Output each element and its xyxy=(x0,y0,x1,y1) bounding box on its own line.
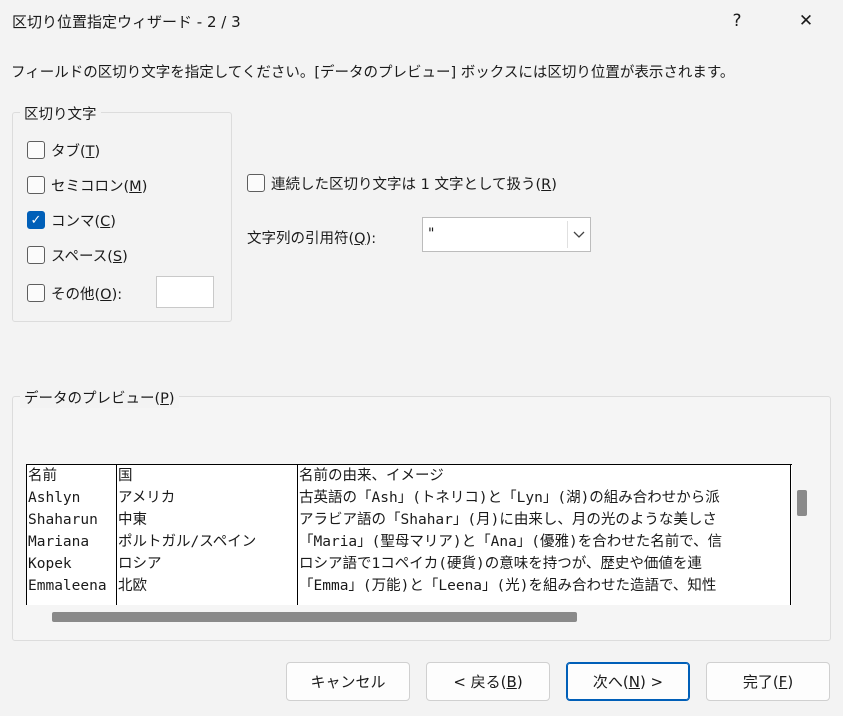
tab-label: タブ(T) xyxy=(51,143,101,160)
back-button[interactable]: < 戻る(B) xyxy=(426,662,550,701)
checkbox-icon xyxy=(27,176,45,194)
preview-cell: 「Maria」(聖母マリア)と「Ana」(優雅)を合わせた名前で、信 xyxy=(299,534,723,550)
help-button[interactable]: ? xyxy=(722,6,752,36)
other-checkbox[interactable]: その他(O): xyxy=(27,282,122,304)
chevron-down-icon[interactable] xyxy=(567,221,590,248)
preview-cell: Ashlyn xyxy=(28,490,81,506)
close-button[interactable]: ✕ xyxy=(791,6,821,36)
other-delimiter-input[interactable] xyxy=(156,276,214,308)
checkbox-icon xyxy=(247,174,265,192)
cancel-button[interactable]: キャンセル xyxy=(286,662,410,701)
text-qualifier-label: 文字列の引用符(Q): xyxy=(247,230,377,247)
preview-cell: Shaharun xyxy=(28,512,98,528)
vertical-scrollbar[interactable] xyxy=(797,490,807,516)
preview-cell: 中東 xyxy=(118,512,147,528)
other-label: その他(O): xyxy=(51,286,123,303)
text-qualifier-select[interactable]: " xyxy=(422,217,591,252)
instruction-text: フィールドの区切り文字を指定してください。[データのプレビュー] ボックスには区… xyxy=(11,65,735,81)
comma-label: コンマ(C) xyxy=(51,213,116,230)
preview-cell: Mariana xyxy=(28,534,90,550)
semicolon-checkbox[interactable]: セミコロン(M) xyxy=(27,174,147,196)
close-icon: ✕ xyxy=(798,11,814,31)
checkbox-icon xyxy=(27,284,45,302)
preview-grid[interactable]: 名前 Ashlyn Shaharun Mariana Kopek Emmalee… xyxy=(26,464,792,605)
preview-column-3: 名前の由来、イメージ 古英語の「Ash」(トネリコ)と「Lyn」(湖)の組み合わ… xyxy=(298,465,791,605)
preview-cell: 国 xyxy=(118,468,133,484)
tab-checkbox[interactable]: タブ(T) xyxy=(27,139,100,161)
comma-checkbox[interactable]: ✓ コンマ(C) xyxy=(27,209,116,231)
preview-cell: ロシア xyxy=(118,556,162,572)
horizontal-scrollbar[interactable] xyxy=(52,612,577,622)
preview-cell: Kopek xyxy=(28,556,72,572)
data-preview-title: データのプレビュー(P) xyxy=(20,387,179,408)
preview-column-1: 名前 Ashlyn Shaharun Mariana Kopek Emmalee… xyxy=(27,465,117,605)
preview-cell: アラビア語の「Shahar」(月)に由来し、月の光のような美しさ xyxy=(299,512,717,528)
preview-cell: ポルトガル/スペイン xyxy=(118,534,257,550)
consecutive-delimiter-label: 連続した区切り文字は 1 文字として扱う(R) xyxy=(271,176,557,193)
space-checkbox[interactable]: スペース(S) xyxy=(27,244,128,266)
preview-cell: 北欧 xyxy=(118,578,147,594)
preview-cell: アメリカ xyxy=(118,490,176,506)
preview-cell: 古英語の「Ash」(トネリコ)と「Lyn」(湖)の組み合わせから派 xyxy=(299,490,720,506)
preview-cell: ロシア語で1コペイカ(硬貨)の意味を持つが、歴史や価値を連 xyxy=(299,556,702,572)
preview-cell: 名前の由来、イメージ xyxy=(299,468,444,484)
preview-column-2: 国 アメリカ 中東 ポルトガル/スペイン ロシア 北欧 xyxy=(117,465,298,605)
space-label: スペース(S) xyxy=(51,248,128,265)
window-title: 区切り位置指定ウィザード - 2 / 3 xyxy=(12,13,241,31)
checkbox-icon xyxy=(27,246,45,264)
checkmark-icon: ✓ xyxy=(27,211,45,229)
text-qualifier-value: " xyxy=(428,226,435,242)
semicolon-label: セミコロン(M) xyxy=(51,178,148,195)
consecutive-delimiter-checkbox[interactable]: 連続した区切り文字は 1 文字として扱う(R) xyxy=(247,172,557,194)
preview-cell: 名前 xyxy=(28,468,57,484)
preview-cell: 「Emma」(万能)と「Leena」(光)を組み合わせた造語で、知性 xyxy=(299,578,717,594)
preview-cell: Emmaleena xyxy=(28,578,107,594)
checkbox-icon xyxy=(27,141,45,159)
next-button[interactable]: 次へ(N) > xyxy=(566,662,690,701)
finish-button[interactable]: 完了(F) xyxy=(706,662,830,701)
delimiter-group-title: 区切り文字 xyxy=(20,103,101,124)
